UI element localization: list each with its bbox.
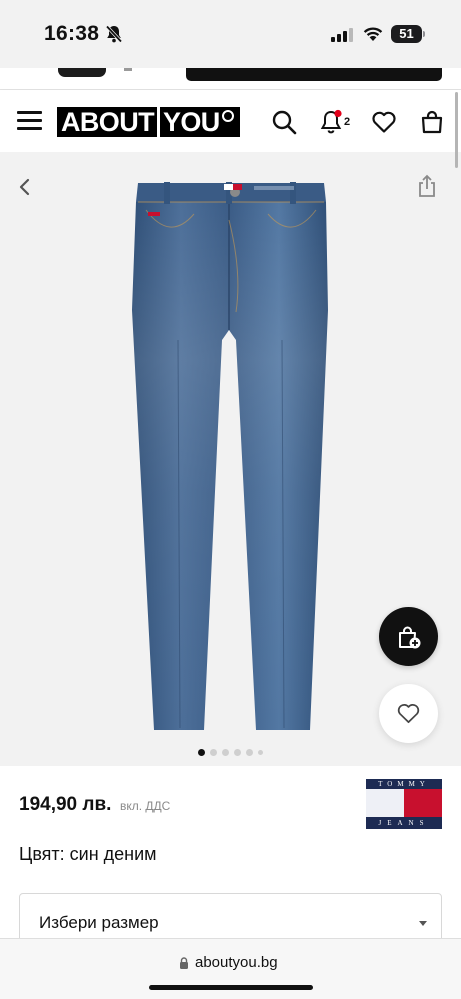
add-to-wishlist-button[interactable]: [379, 684, 438, 743]
logo-mark: [221, 110, 234, 122]
logo-separator: [157, 107, 160, 137]
shopping-bag-icon[interactable]: [419, 109, 445, 135]
brand-text-top: TOMMY: [378, 780, 430, 788]
pagination-dot[interactable]: [246, 748, 253, 756]
product-price: 194,90 лв.: [19, 794, 112, 815]
product-image-jeans[interactable]: [118, 180, 344, 736]
product-gallery[interactable]: [0, 152, 461, 766]
menu-icon[interactable]: [17, 111, 42, 131]
lock-icon: [180, 957, 188, 969]
status-time: 16:38: [44, 22, 100, 45]
browser-address-bar[interactable]: aboutyou.bg: [0, 938, 461, 999]
peek-pill: [58, 68, 106, 77]
url-text[interactable]: aboutyou.bg: [195, 954, 278, 971]
home-indicator: [149, 985, 313, 990]
add-to-bag-button[interactable]: [379, 607, 438, 666]
pagination-dot[interactable]: [222, 748, 229, 756]
pagination-dot-active[interactable]: [198, 748, 205, 756]
chevron-left-icon[interactable]: [17, 178, 33, 196]
heart-icon: [397, 704, 420, 724]
scroll-indicator: [455, 92, 458, 168]
pagination-dot[interactable]: [258, 749, 263, 755]
site-header: ABOUT YOU: [0, 90, 461, 152]
brand-logo-tommy-jeans[interactable]: TOMMY JEANS: [366, 779, 442, 829]
cellular-signal-icon: [331, 28, 353, 42]
brand-text-bottom: JEANS: [378, 819, 430, 827]
logo-text-left: ABOUT: [61, 107, 155, 137]
previous-header-peek: [0, 68, 461, 90]
caret-down-icon: [419, 921, 427, 926]
bell-muted-icon: [105, 25, 123, 43]
about-you-logo[interactable]: ABOUT YOU: [57, 107, 240, 137]
gallery-pagination: [198, 748, 263, 756]
vat-note: вкл. ДДС: [120, 799, 171, 813]
peek-bar: [186, 68, 442, 81]
wifi-icon: [363, 27, 383, 41]
wishlist-heart-icon[interactable]: [371, 109, 397, 135]
battery-tip: [423, 31, 425, 37]
size-select-label: Избери размер: [39, 913, 159, 932]
bag-add-icon: [399, 626, 421, 649]
share-icon[interactable]: [416, 174, 438, 198]
status-bar: 16:38 51: [0, 0, 461, 68]
notification-bell-icon[interactable]: [318, 109, 344, 135]
pagination-dot[interactable]: [210, 748, 217, 756]
product-color: Цвят: син деним: [19, 844, 157, 864]
pagination-dot[interactable]: [234, 748, 241, 756]
search-icon[interactable]: [271, 109, 297, 135]
battery-indicator: 51: [391, 25, 422, 43]
notification-count: 2: [344, 116, 351, 128]
peek-dot: [124, 68, 132, 71]
logo-text-right: YOU: [163, 107, 220, 137]
